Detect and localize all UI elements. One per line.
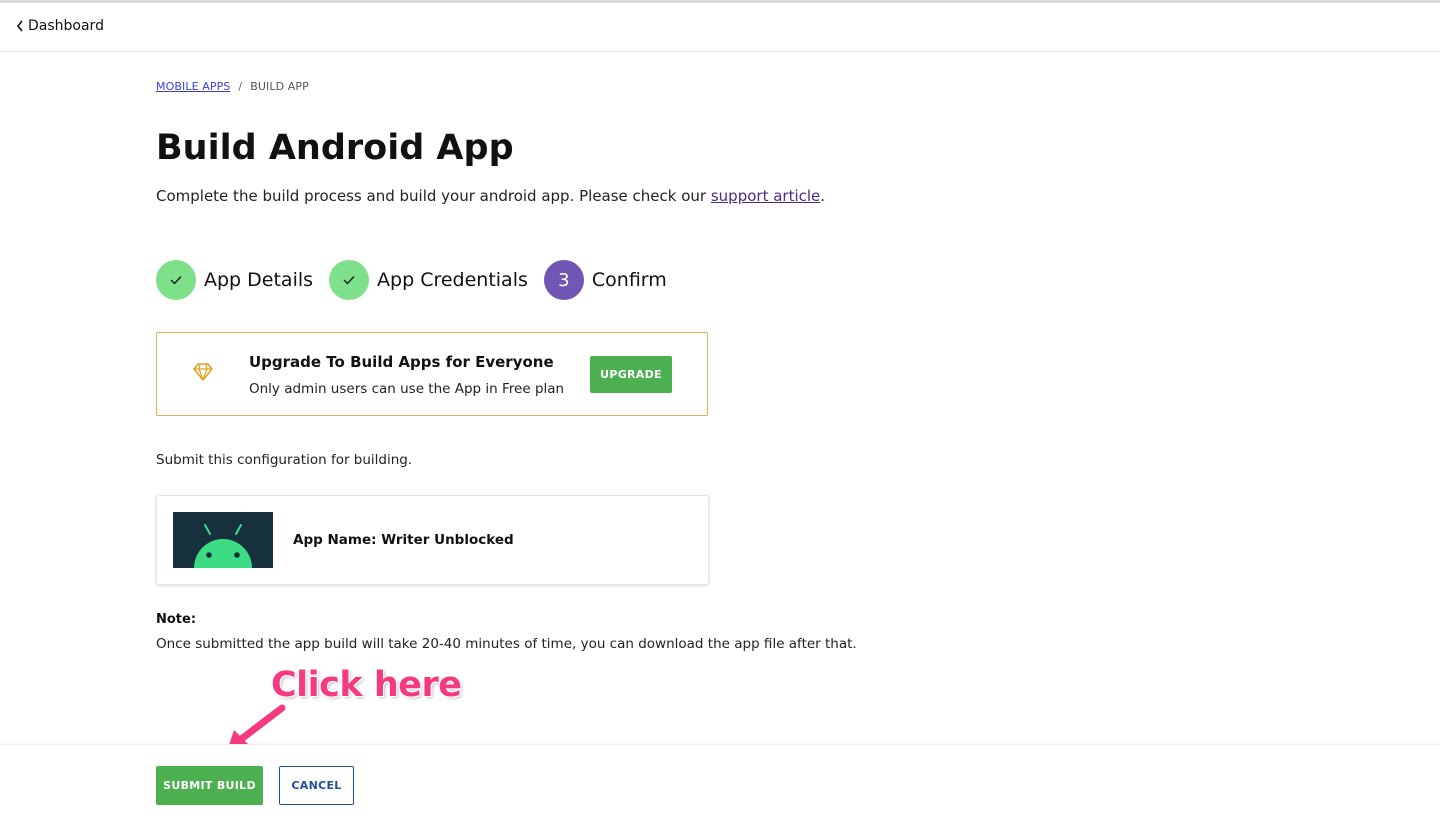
upgrade-button[interactable]: UPGRADE [590,356,672,393]
stepper: App Details App Credentials 3 Confirm [156,260,683,300]
checkmark-icon [343,276,355,285]
step-app-details: App Details [156,260,313,300]
submit-instructions: Submit this configuration for building. [156,452,413,468]
support-article-link[interactable]: support article [711,187,820,205]
back-label: Dashboard [28,18,104,34]
note-text: Once submitted the app build will take 2… [156,636,857,652]
click-here-annotation: Click here [271,665,462,705]
diamond-icon [193,363,213,381]
step-app-credentials: App Credentials [329,260,528,300]
upgrade-banner: Upgrade To Build Apps for Everyone Only … [156,332,708,416]
breadcrumb-current: BUILD APP [250,80,309,93]
subtitle-text: Complete the build process and build you… [156,187,711,205]
chevron-left-icon [16,20,23,32]
step-complete-badge [329,260,370,300]
app-summary-card: App Name: Writer Unblocked [156,495,709,585]
back-to-dashboard-link[interactable]: Dashboard [16,18,104,34]
page-title: Build Android App [156,128,514,168]
step-label: App Credentials [377,269,528,291]
page-subtitle: Complete the build process and build you… [156,187,825,205]
app-name: App Name: Writer Unblocked [293,532,514,548]
app-thumbnail [173,512,273,568]
upgrade-description: Only admin users can use the App in Free… [249,381,565,397]
step-complete-badge [156,260,196,300]
subtitle-end: . [820,187,826,205]
submit-build-button[interactable]: SUBMIT BUILD [156,766,263,805]
checkmark-icon [170,276,182,285]
step-label: App Details [204,269,314,291]
top-bar: Dashboard [0,3,1440,52]
breadcrumb-mobile-apps[interactable]: MOBILE APPS [156,80,230,93]
step-label: Confirm [591,269,667,291]
bottom-action-bar: SUBMIT BUILD CANCEL [0,744,1440,824]
upgrade-title: Upgrade To Build Apps for Everyone [249,353,554,371]
cancel-button[interactable]: CANCEL [279,766,354,805]
breadcrumb: MOBILE APPS / BUILD APP [156,80,309,93]
step-number-badge: 3 [543,260,584,300]
note-label: Note: [156,612,197,627]
step-confirm: 3 Confirm [543,260,667,300]
breadcrumb-separator: / [238,80,243,93]
android-icon [194,524,252,568]
